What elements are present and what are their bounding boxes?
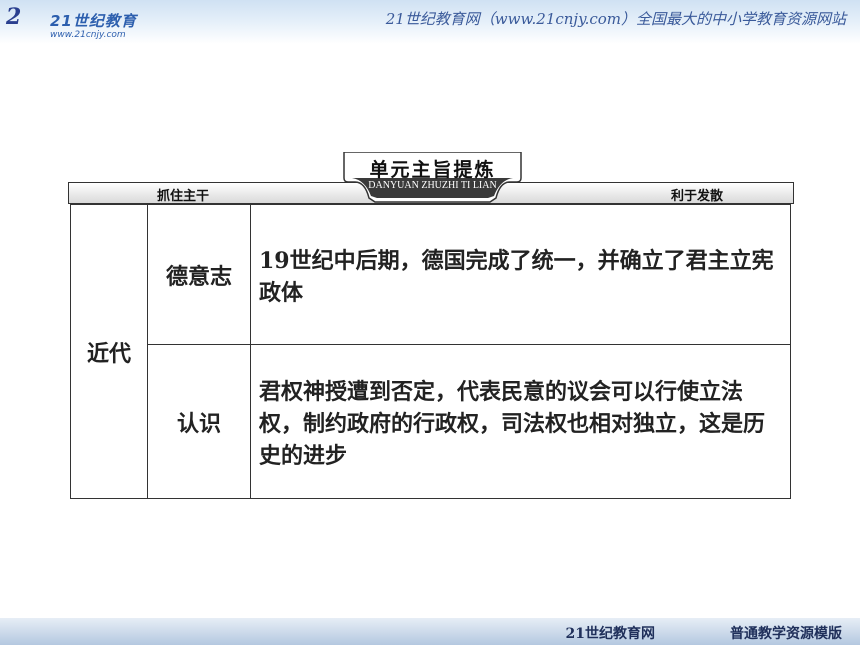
topic-cell: 德意志 (147, 204, 251, 345)
logo-mark: 2 (6, 4, 22, 30)
content-cell: 君权神授遭到否定，代表民意的议会可以行使立法权，制约政府的行政权，司法权也相对独… (250, 344, 791, 499)
section-title: 单元主旨提炼 (369, 159, 496, 181)
era-cell: 近代 (70, 204, 148, 499)
header-left-label: 抓住主干 (157, 189, 210, 204)
site-tagline: 21世纪教育网（www.21cnjy.com）全国最大的中小学教育资源网站 (385, 10, 846, 28)
footer-slogan: 普通教学资源模版 (730, 626, 842, 642)
table-row: 近代 德意志 19世纪中后期，德国完成了统一，并确立了君主立宪政体 (70, 204, 791, 499)
site-logo[interactable]: 2 21世纪教育 www.21cnjy.com (6, 4, 146, 42)
logo-url: www.21cnjy.com (50, 30, 126, 40)
footer-site[interactable]: 21世纪教育网 (566, 623, 655, 643)
summary-table: 近代 德意志 19世纪中后期，德国完成了统一，并确立了君主立宪政体 认识 君权神… (70, 204, 791, 499)
section-title-tab: 单元主旨提炼 DANYUAN ZHUZHI TI LIAN (340, 152, 525, 204)
topic-cell: 认识 (147, 344, 251, 499)
section-pinyin: DANYUAN ZHUZHI TI LIAN (368, 180, 497, 191)
table-row: 认识 君权神授遭到否定，代表民意的议会可以行使立法权，制约政府的行政权，司法权也… (71, 344, 791, 499)
logo-brand: 21世纪教育 (50, 12, 137, 30)
content-cell: 19世纪中后期，德国完成了统一，并确立了君主立宪政体 (250, 204, 791, 345)
footer-bar: 21世纪教育网 普通教学资源模版 (0, 618, 860, 645)
top-banner: 2 21世纪教育 www.21cnjy.com 21世纪教育网（www.21cn… (0, 0, 860, 44)
header-right-label: 利于发散 (670, 189, 723, 204)
